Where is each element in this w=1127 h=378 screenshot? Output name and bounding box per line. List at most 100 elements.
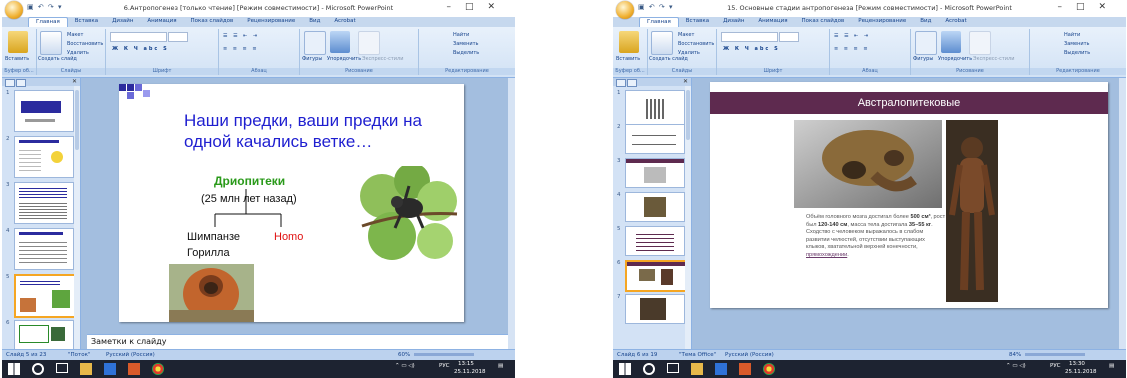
align-buttons[interactable]: ≡ ≡ ≡ ≡: [223, 46, 259, 52]
notifications-icon[interactable]: ▤: [1109, 363, 1114, 369]
delete-button[interactable]: Удалить: [67, 50, 89, 56]
delete-button[interactable]: Удалить: [678, 50, 700, 56]
font-name-field[interactable]: [110, 32, 167, 42]
tray-icons[interactable]: ⌃ ▭ ◁): [395, 363, 415, 369]
zoom-level[interactable]: 60%: [398, 352, 410, 358]
outline-tab-icon[interactable]: [627, 79, 637, 87]
select-button[interactable]: Выделить: [1064, 50, 1090, 56]
paste-icon[interactable]: [8, 31, 28, 53]
tab-acrobat[interactable]: Acrobat: [938, 17, 973, 27]
windows-start-icon[interactable]: [8, 363, 20, 375]
zoom-slider[interactable]: [1025, 353, 1085, 356]
tab-animation[interactable]: Анимация: [751, 17, 794, 27]
windows-start-icon[interactable]: [619, 363, 631, 375]
slide-heading[interactable]: Австралопитековые: [710, 92, 1108, 114]
store-icon[interactable]: [715, 363, 727, 375]
language-indicator[interactable]: РУС: [1050, 363, 1061, 369]
slide-thumbnail-selected[interactable]: [625, 260, 687, 292]
arrange-icon[interactable]: [941, 31, 961, 53]
tab-design[interactable]: Дизайн: [716, 17, 751, 27]
language-status[interactable]: Русский (Россия): [106, 352, 155, 358]
orangutan-photo[interactable]: [169, 264, 254, 322]
tab-slideshow[interactable]: Показ слайдов: [184, 17, 241, 27]
chimp-in-tree-image[interactable]: [357, 166, 459, 261]
powerpoint-taskbar-icon[interactable]: [128, 363, 140, 375]
chrome-icon[interactable]: [152, 363, 164, 375]
font-format-buttons[interactable]: Ж К Ч abc S: [112, 46, 169, 52]
font-size-field[interactable]: [168, 32, 188, 42]
shapes-icon[interactable]: [304, 31, 326, 55]
paste-icon[interactable]: [619, 31, 639, 53]
font-format-buttons[interactable]: Ж К Ч abc S: [723, 46, 780, 52]
panel-scrollbar[interactable]: [685, 86, 691, 350]
arrange-icon[interactable]: [330, 31, 350, 53]
gorilla-label[interactable]: Горилла: [187, 247, 230, 259]
file-explorer-icon[interactable]: [80, 363, 92, 375]
tab-insert[interactable]: Вставка: [68, 17, 105, 27]
slide-thumbnail[interactable]: [14, 90, 74, 132]
search-icon[interactable]: [643, 363, 655, 375]
tab-view[interactable]: Вид: [913, 17, 938, 27]
quick-styles-button[interactable]: Экспресс-стили: [973, 56, 1014, 62]
slide-thumbnail-selected[interactable]: [14, 274, 76, 318]
tab-review[interactable]: Рецензирование: [851, 17, 913, 27]
clock-date[interactable]: 25.11.2018: [1065, 369, 1097, 375]
notes-pane[interactable]: Заметки к слайду: [87, 334, 511, 349]
slides-panel[interactable]: ✕ 1 2 3 4 5 6 7: [613, 78, 692, 350]
tab-insert[interactable]: Вставка: [679, 17, 716, 27]
quick-styles-button[interactable]: Экспресс-стили: [362, 56, 403, 62]
slide-thumbnail[interactable]: [625, 226, 685, 256]
slide-thumbnail[interactable]: [625, 124, 685, 154]
font-name-field[interactable]: [721, 32, 778, 42]
find-button[interactable]: Найти: [453, 32, 469, 38]
window-controls[interactable]: –□✕: [1057, 2, 1120, 12]
zoom-slider[interactable]: [414, 353, 474, 356]
slides-tab-icon[interactable]: [616, 79, 626, 87]
slides-tab-icon[interactable]: [5, 79, 15, 87]
slide-thumbnail[interactable]: [625, 294, 685, 324]
font-size-field[interactable]: [779, 32, 799, 42]
arrange-button[interactable]: Упорядочить: [327, 56, 361, 62]
find-button[interactable]: Найти: [1064, 32, 1080, 38]
search-icon[interactable]: [32, 363, 44, 375]
tab-home[interactable]: Главная: [639, 17, 679, 27]
close-panel-icon[interactable]: ✕: [72, 78, 77, 85]
shapes-button[interactable]: Фигуры: [302, 56, 322, 62]
skull-photo[interactable]: [794, 120, 942, 208]
align-buttons[interactable]: ≡ ≡ ≡ ≡: [834, 46, 870, 52]
slides-panel[interactable]: ✕ 1 2 3 4 5 6: [2, 78, 81, 360]
store-icon[interactable]: [104, 363, 116, 375]
tab-review[interactable]: Рецензирование: [240, 17, 302, 27]
paste-button[interactable]: Вставить: [5, 56, 29, 62]
clock-time[interactable]: 13:30: [1069, 361, 1085, 367]
edit-scrollbar[interactable]: [1119, 78, 1126, 350]
tab-view[interactable]: Вид: [302, 17, 327, 27]
notifications-icon[interactable]: ▤: [498, 363, 503, 369]
tray-icons[interactable]: ⌃ ▭ ◁): [1006, 363, 1026, 369]
slide-thumbnail[interactable]: [14, 182, 74, 224]
window-controls[interactable]: –□✕: [446, 2, 509, 12]
reset-button[interactable]: Восстановить: [67, 41, 103, 47]
file-explorer-icon[interactable]: [691, 363, 703, 375]
new-slide-icon[interactable]: [40, 31, 62, 55]
panel-scroll-thumb[interactable]: [686, 90, 690, 140]
chrome-icon[interactable]: [763, 363, 775, 375]
new-slide-icon[interactable]: [651, 31, 673, 55]
powerpoint-taskbar-icon[interactable]: [739, 363, 751, 375]
chimp-label[interactable]: Шимпанзе: [187, 231, 240, 243]
tab-acrobat[interactable]: Acrobat: [327, 17, 362, 27]
homo-label[interactable]: Homo: [274, 231, 303, 243]
slide-description[interactable]: Объём головного мозга достигал более 500…: [806, 214, 946, 260]
tab-animation[interactable]: Анимация: [140, 17, 183, 27]
shapes-button[interactable]: Фигуры: [913, 56, 933, 62]
quick-styles-icon[interactable]: [358, 31, 380, 55]
task-view-icon[interactable]: [667, 363, 679, 373]
office-button[interactable]: [616, 1, 634, 19]
layout-button[interactable]: Макет: [678, 32, 694, 38]
clock-time[interactable]: 13:15: [458, 361, 474, 367]
paste-button[interactable]: Вставить: [616, 56, 640, 62]
slide-thumbnail[interactable]: [625, 192, 685, 222]
language-indicator[interactable]: РУС: [439, 363, 450, 369]
layout-button[interactable]: Макет: [67, 32, 83, 38]
clock-date[interactable]: 25.11.2018: [454, 369, 486, 375]
